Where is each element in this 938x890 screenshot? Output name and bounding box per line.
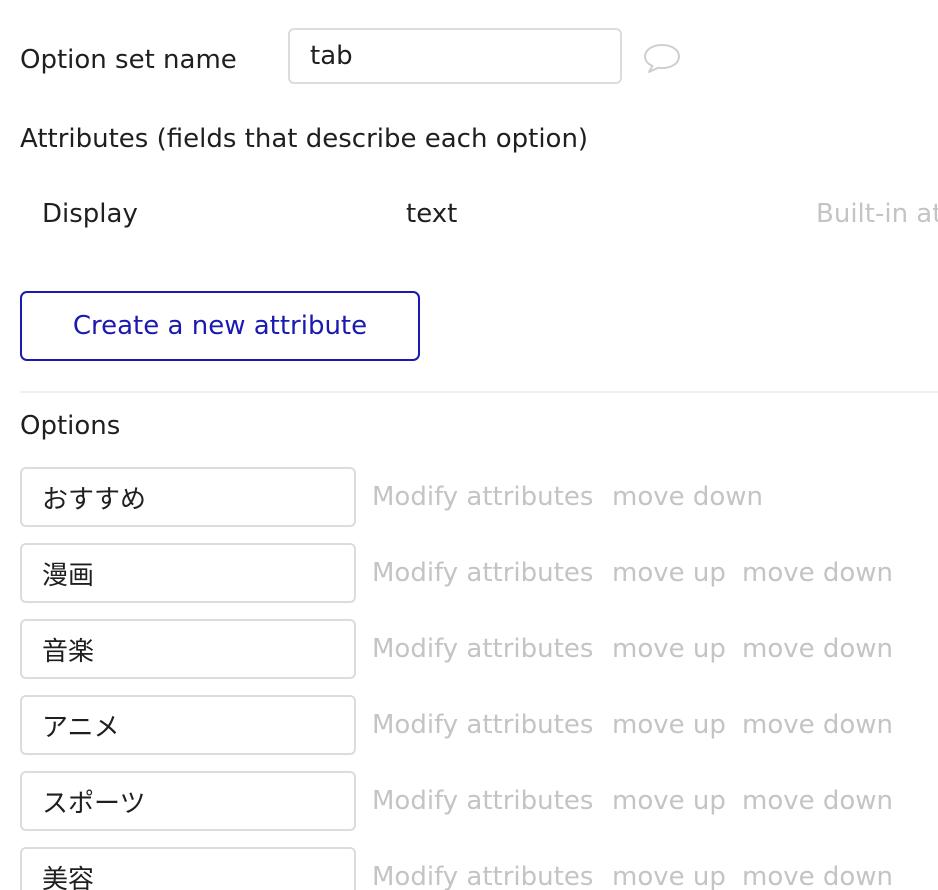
- option-row: Modify attributes move up move down: [0, 619, 938, 679]
- move-down-link[interactable]: move down: [742, 557, 893, 589]
- attributes-heading: Attributes (fields that describe each op…: [20, 124, 589, 154]
- section-divider: [20, 391, 938, 393]
- move-up-link[interactable]: move up: [612, 557, 726, 589]
- move-down-link[interactable]: move down: [742, 709, 893, 741]
- speech-bubble-icon[interactable]: [642, 40, 682, 76]
- modify-attributes-link[interactable]: Modify attributes: [372, 861, 593, 890]
- attribute-type: text: [406, 199, 458, 229]
- move-down-link[interactable]: move down: [612, 481, 763, 513]
- option-input[interactable]: [20, 771, 356, 831]
- option-set-name-label: Option set name: [20, 45, 237, 75]
- option-input[interactable]: [20, 695, 356, 755]
- move-up-link[interactable]: move up: [612, 861, 726, 890]
- attribute-row: Display text Built-in at: [0, 198, 938, 232]
- option-input[interactable]: [20, 543, 356, 603]
- option-set-name-input[interactable]: [288, 28, 622, 84]
- option-row: Modify attributes move up move down: [0, 771, 938, 831]
- option-set-editor: Option set name Attributes (fields that …: [0, 0, 938, 890]
- option-input[interactable]: [20, 847, 356, 890]
- option-row: Modify attributes move down: [0, 467, 938, 527]
- option-row: Modify attributes move up move down: [0, 847, 938, 890]
- option-input[interactable]: [20, 467, 356, 527]
- modify-attributes-link[interactable]: Modify attributes: [372, 481, 593, 513]
- modify-attributes-link[interactable]: Modify attributes: [372, 785, 593, 817]
- create-attribute-button[interactable]: Create a new attribute: [20, 291, 420, 361]
- move-down-link[interactable]: move down: [742, 861, 893, 890]
- option-row: Modify attributes move up move down: [0, 695, 938, 755]
- move-up-link[interactable]: move up: [612, 785, 726, 817]
- modify-attributes-link[interactable]: Modify attributes: [372, 709, 593, 741]
- attribute-built-in-note: Built-in at: [816, 199, 938, 229]
- move-down-link[interactable]: move down: [742, 785, 893, 817]
- move-up-link[interactable]: move up: [612, 709, 726, 741]
- move-up-link[interactable]: move up: [612, 633, 726, 665]
- options-heading: Options: [20, 411, 121, 441]
- option-row: Modify attributes move up move down: [0, 543, 938, 603]
- move-down-link[interactable]: move down: [742, 633, 893, 665]
- modify-attributes-link[interactable]: Modify attributes: [372, 557, 593, 589]
- attribute-name: Display: [42, 199, 138, 229]
- option-input[interactable]: [20, 619, 356, 679]
- modify-attributes-link[interactable]: Modify attributes: [372, 633, 593, 665]
